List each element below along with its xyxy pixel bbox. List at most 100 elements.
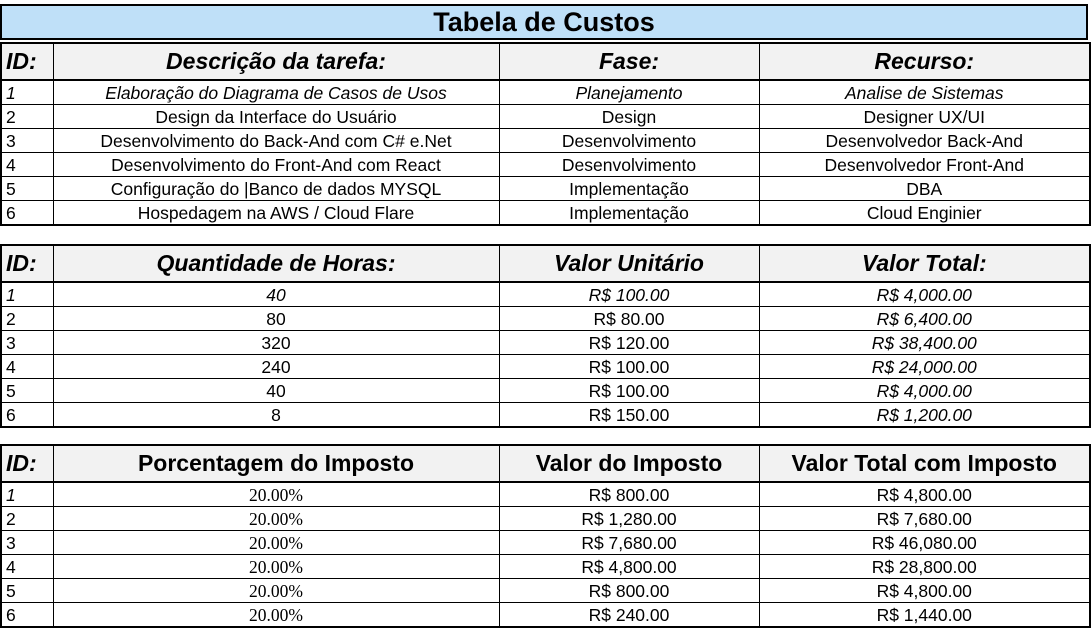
cell-resource[interactable]: Designer UX/UI bbox=[758, 104, 1091, 129]
cell-id[interactable]: 4 bbox=[0, 354, 54, 379]
table-row: 3 20.00% R$ 7,680.00 R$ 46,080.00 bbox=[0, 530, 1091, 555]
cell-unit-value[interactable]: R$ 100.00 bbox=[498, 354, 760, 379]
cell-id[interactable]: 2 bbox=[0, 104, 54, 129]
header-total-with-tax[interactable]: Valor Total com Imposto bbox=[758, 444, 1091, 483]
cell-tax-value[interactable]: R$ 7,680.00 bbox=[498, 530, 760, 555]
cell-id[interactable]: 5 bbox=[0, 378, 54, 403]
header-unit-value[interactable]: Valor Unitário bbox=[498, 244, 760, 283]
cell-total-with-tax[interactable]: R$ 4,800.00 bbox=[758, 481, 1091, 507]
cell-resource[interactable]: Analise de Sistemas bbox=[758, 79, 1091, 105]
hours-header-row: ID: Quantidade de Horas: Valor Unitário … bbox=[0, 244, 1091, 283]
cell-task[interactable]: Design da Interface do Usuário bbox=[52, 104, 500, 129]
cell-id[interactable]: 3 bbox=[0, 128, 54, 153]
cell-id[interactable]: 3 bbox=[0, 330, 54, 355]
cell-tax-value[interactable]: R$ 240.00 bbox=[498, 602, 760, 628]
cell-id[interactable]: 1 bbox=[0, 281, 54, 307]
cell-tax-value[interactable]: R$ 1,280.00 bbox=[498, 506, 760, 531]
table-row: 6 8 R$ 150.00 R$ 1,200.00 bbox=[0, 402, 1091, 428]
cell-tax-percentage[interactable]: 20.00% bbox=[52, 481, 500, 507]
cell-hours[interactable]: 240 bbox=[52, 354, 500, 379]
cell-id[interactable]: 1 bbox=[0, 481, 54, 507]
table-row: 2 80 R$ 80.00 R$ 6,400.00 bbox=[0, 306, 1091, 331]
cell-task[interactable]: Hospedagem na AWS / Cloud Flare bbox=[52, 200, 500, 226]
cell-tax-value[interactable]: R$ 800.00 bbox=[498, 578, 760, 603]
cell-total-value[interactable]: R$ 24,000.00 bbox=[758, 354, 1091, 379]
cell-total-with-tax[interactable]: R$ 1,440.00 bbox=[758, 602, 1091, 628]
cell-tax-value[interactable]: R$ 4,800.00 bbox=[498, 554, 760, 579]
hours-table: ID: Quantidade de Horas: Valor Unitário … bbox=[0, 244, 1091, 428]
header-task-description[interactable]: Descrição da tarefa: bbox=[52, 42, 500, 81]
header-total-value[interactable]: Valor Total: bbox=[758, 244, 1091, 283]
table-row: 1 40 R$ 100.00 R$ 4,000.00 bbox=[0, 281, 1091, 307]
cell-hours[interactable]: 40 bbox=[52, 281, 500, 307]
cell-total-with-tax[interactable]: R$ 46,080.00 bbox=[758, 530, 1091, 555]
table-row: 3 320 R$ 120.00 R$ 38,400.00 bbox=[0, 330, 1091, 355]
header-tax-percentage[interactable]: Porcentagem do Imposto bbox=[52, 444, 500, 483]
cell-total-with-tax[interactable]: R$ 7,680.00 bbox=[758, 506, 1091, 531]
cell-task[interactable]: Desenvolvimento do Back-And com C# e.Net bbox=[52, 128, 500, 153]
cell-hours[interactable]: 40 bbox=[52, 378, 500, 403]
cell-tax-percentage[interactable]: 20.00% bbox=[52, 578, 500, 603]
cell-id[interactable]: 4 bbox=[0, 554, 54, 579]
cell-phase[interactable]: Desenvolvimento bbox=[498, 128, 760, 153]
table-row: 6 Hospedagem na AWS / Cloud Flare Implem… bbox=[0, 200, 1091, 226]
cell-resource[interactable]: Cloud Enginier bbox=[758, 200, 1091, 226]
cell-phase[interactable]: Implementação bbox=[498, 176, 760, 201]
table-row: 3 Desenvolvimento do Back-And com C# e.N… bbox=[0, 128, 1091, 153]
cell-id[interactable]: 2 bbox=[0, 506, 54, 531]
cell-resource[interactable]: Desenvolvedor Back-And bbox=[758, 128, 1091, 153]
cell-id[interactable]: 5 bbox=[0, 578, 54, 603]
cell-tax-percentage[interactable]: 20.00% bbox=[52, 602, 500, 628]
cell-unit-value[interactable]: R$ 150.00 bbox=[498, 402, 760, 428]
table-row: 1 20.00% R$ 800.00 R$ 4,800.00 bbox=[0, 481, 1091, 507]
table-row: 2 Design da Interface do Usuário Design … bbox=[0, 104, 1091, 129]
table-row: 5 40 R$ 100.00 R$ 4,000.00 bbox=[0, 378, 1091, 403]
cell-tax-value[interactable]: R$ 800.00 bbox=[498, 481, 760, 507]
cell-total-with-tax[interactable]: R$ 4,800.00 bbox=[758, 578, 1091, 603]
cell-total-value[interactable]: R$ 4,000.00 bbox=[758, 281, 1091, 307]
cell-unit-value[interactable]: R$ 80.00 bbox=[498, 306, 760, 331]
cell-total-value[interactable]: R$ 6,400.00 bbox=[758, 306, 1091, 331]
cell-tax-percentage[interactable]: 20.00% bbox=[52, 530, 500, 555]
table-row: 1 Elaboração do Diagrama de Casos de Uso… bbox=[0, 79, 1091, 105]
cell-phase[interactable]: Planejamento bbox=[498, 79, 760, 105]
header-phase[interactable]: Fase: bbox=[498, 42, 760, 81]
cell-hours[interactable]: 320 bbox=[52, 330, 500, 355]
header-id[interactable]: ID: bbox=[0, 42, 54, 81]
cell-unit-value[interactable]: R$ 100.00 bbox=[498, 378, 760, 403]
header-id[interactable]: ID: bbox=[0, 244, 54, 283]
table-row: 6 20.00% R$ 240.00 R$ 1,440.00 bbox=[0, 602, 1091, 628]
table-row: 5 20.00% R$ 800.00 R$ 4,800.00 bbox=[0, 578, 1091, 603]
cell-task[interactable]: Elaboração do Diagrama de Casos de Usos bbox=[52, 79, 500, 105]
cell-phase[interactable]: Implementação bbox=[498, 200, 760, 226]
cell-task[interactable]: Configuração do |Banco de dados MYSQL bbox=[52, 176, 500, 201]
cell-id[interactable]: 5 bbox=[0, 176, 54, 201]
cell-id[interactable]: 4 bbox=[0, 152, 54, 177]
header-tax-value[interactable]: Valor do Imposto bbox=[498, 444, 760, 483]
cell-hours[interactable]: 8 bbox=[52, 402, 500, 428]
cell-tax-percentage[interactable]: 20.00% bbox=[52, 554, 500, 579]
cell-phase[interactable]: Desenvolvimento bbox=[498, 152, 760, 177]
cell-total-with-tax[interactable]: R$ 28,800.00 bbox=[758, 554, 1091, 579]
cell-id[interactable]: 3 bbox=[0, 530, 54, 555]
cell-task[interactable]: Desenvolvimento do Front-And com React bbox=[52, 152, 500, 177]
cell-tax-percentage[interactable]: 20.00% bbox=[52, 506, 500, 531]
header-id[interactable]: ID: bbox=[0, 444, 54, 483]
tasks-table: ID: Descrição da tarefa: Fase: Recurso: … bbox=[0, 42, 1091, 226]
cell-phase[interactable]: Design bbox=[498, 104, 760, 129]
header-hours[interactable]: Quantidade de Horas: bbox=[52, 244, 500, 283]
cell-id[interactable]: 6 bbox=[0, 402, 54, 428]
cell-total-value[interactable]: R$ 1,200.00 bbox=[758, 402, 1091, 428]
cell-id[interactable]: 1 bbox=[0, 79, 54, 105]
cell-total-value[interactable]: R$ 4,000.00 bbox=[758, 378, 1091, 403]
cell-id[interactable]: 6 bbox=[0, 200, 54, 226]
cell-id[interactable]: 6 bbox=[0, 602, 54, 628]
cell-resource[interactable]: Desenvolvedor Front-And bbox=[758, 152, 1091, 177]
cell-id[interactable]: 2 bbox=[0, 306, 54, 331]
cell-total-value[interactable]: R$ 38,400.00 bbox=[758, 330, 1091, 355]
cell-hours[interactable]: 80 bbox=[52, 306, 500, 331]
header-resource[interactable]: Recurso: bbox=[758, 42, 1091, 81]
cell-unit-value[interactable]: R$ 100.00 bbox=[498, 281, 760, 307]
cell-resource[interactable]: DBA bbox=[758, 176, 1091, 201]
cell-unit-value[interactable]: R$ 120.00 bbox=[498, 330, 760, 355]
